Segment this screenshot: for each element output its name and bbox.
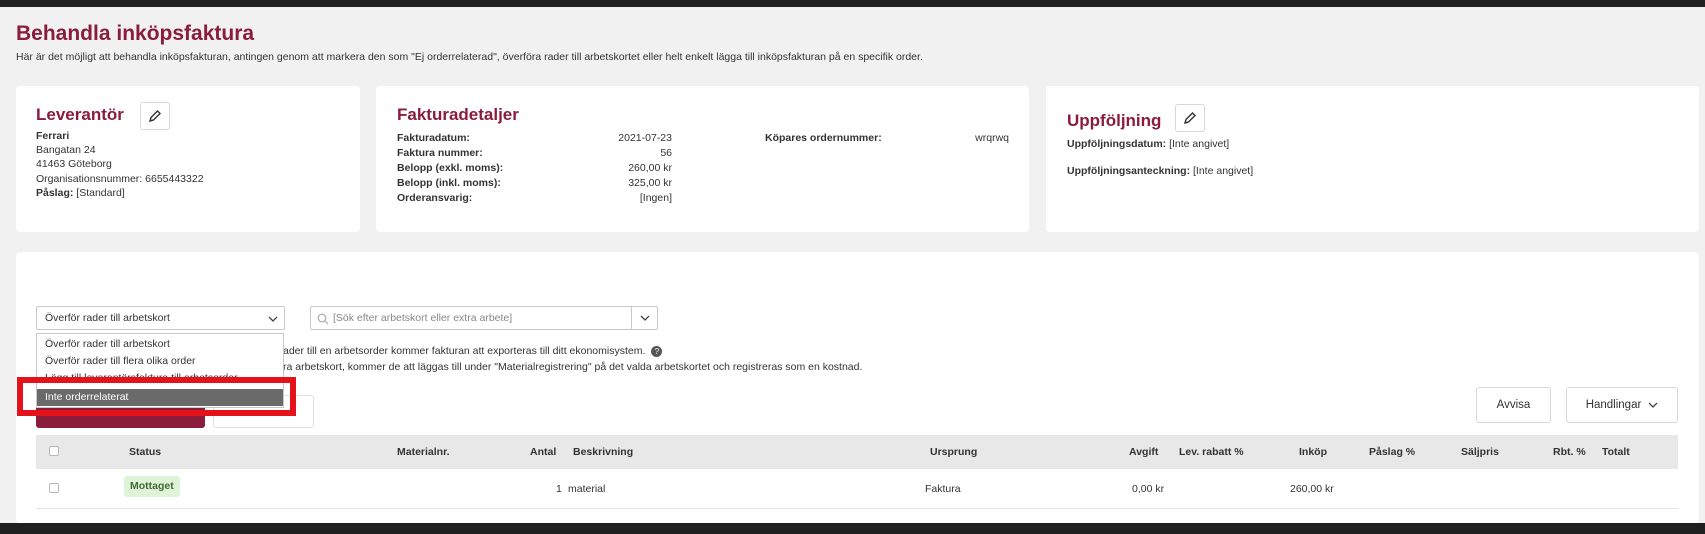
pencil-icon (1183, 112, 1196, 125)
reject-button[interactable]: Avvisa (1476, 387, 1551, 423)
supplier-name: Ferrari (36, 130, 70, 142)
search-icon (317, 313, 329, 325)
amount-excl-value: 260,00 kr (628, 162, 672, 174)
invoice-details-card: Fakturadetaljer Fakturadatum: 2021-07-23… (376, 86, 1029, 232)
chevron-down-icon (1648, 402, 1658, 408)
table-row[interactable]: Mottaget 1 material Faktura 0,00 kr 260,… (36, 469, 1678, 509)
col-material-nr[interactable]: Materialnr. (397, 446, 450, 458)
col-rbt[interactable]: Rbt. % (1553, 446, 1586, 458)
col-lev-rabatt[interactable]: Lev. rabatt % (1179, 446, 1244, 458)
page-title: Behandla inköpsfaktura (16, 22, 255, 45)
edit-supplier-button[interactable] (140, 102, 170, 130)
col-antal[interactable]: Antal (530, 446, 556, 458)
status-badge: Mottaget (124, 476, 180, 497)
table-header: Status Materialnr. Antal Beskrivning Urs… (36, 435, 1678, 469)
col-totalt[interactable]: Totalt (1602, 446, 1630, 458)
handlingar-button[interactable]: Handlingar (1566, 387, 1678, 423)
col-beskrivning[interactable]: Beskrivning (573, 446, 633, 458)
amount-incl-label: Belopp (inkl. moms): (397, 177, 501, 189)
order-responsible-label: Orderansvarig: (397, 192, 473, 204)
buyer-order-number-label: Köpares ordernummer: (765, 132, 882, 144)
buyer-order-number-value: wrqrwq (975, 132, 1009, 144)
col-ursprung[interactable]: Ursprung (930, 446, 977, 458)
followup-note: Uppföljningsanteckning: [Inte angivet] (1067, 165, 1254, 177)
help-icon[interactable]: ? (651, 346, 663, 357)
supplier-org-number: Organisationsnummer: 6655443322 (36, 173, 204, 185)
row-checkbox[interactable] (49, 483, 59, 493)
edit-followup-button[interactable] (1175, 104, 1205, 132)
chevron-down-icon (268, 316, 278, 322)
workcard-search-input[interactable]: [Sök efter arbetskort eller extra arbete… (310, 306, 658, 330)
supplier-card: Leverantör Ferrari Bangatan 24 41463 Göt… (16, 86, 360, 232)
window-top-bar (0, 0, 1705, 7)
info-text-2: ra arbetskort, kommer de att läggas till… (283, 361, 863, 373)
reject-label: Avvisa (1496, 399, 1531, 411)
followup-title: Uppföljning (1067, 111, 1162, 130)
col-saljpris[interactable]: Säljpris (1461, 446, 1499, 458)
col-inkop[interactable]: Inköp (1299, 446, 1327, 458)
amount-incl-value: 325,00 kr (628, 177, 672, 189)
transfer-mode-value: Överför rader till arbetskort (45, 312, 170, 324)
search-dropdown-toggle[interactable] (631, 307, 657, 329)
info-text-1: ader till en arbetsorder kommer fakturan… (283, 345, 663, 357)
cell-antal: 1 (556, 483, 562, 495)
search-placeholder: [Sök efter arbetskort eller extra arbete… (333, 312, 513, 324)
page-subtitle: Här är det möjligt att behandla inköpsfa… (16, 51, 923, 63)
supplier-title: Leverantör (36, 105, 124, 124)
transfer-mode-select[interactable]: Överför rader till arbetskort (36, 306, 285, 330)
followup-date: Uppföljningsdatum: [Inte angivet] (1067, 138, 1230, 150)
supplier-markup: Påslag: [Standard] (36, 187, 125, 199)
dropdown-option[interactable]: Överför rader till flera olika order (45, 355, 196, 367)
order-responsible-value: [Ingen] (639, 192, 672, 204)
cell-inkop: 260,00 kr (1290, 483, 1334, 495)
handlingar-label: Handlingar (1585, 399, 1642, 411)
cell-avgift: 0,00 kr (1132, 483, 1165, 495)
followup-card: Uppföljning Uppföljningsdatum: [Inte ang… (1046, 86, 1699, 232)
supplier-street: Bangatan 24 (36, 144, 96, 156)
amount-excl-label: Belopp (exkl. moms): (397, 162, 504, 174)
invoice-number-value: 56 (660, 147, 672, 159)
chevron-down-icon (640, 315, 650, 321)
cell-ursprung: Faktura (925, 483, 961, 495)
cell-beskrivning: material (568, 483, 606, 495)
window-bottom-bar (0, 523, 1705, 534)
dropdown-option-selected[interactable]: Inte orderrelaterat (37, 389, 283, 406)
invoice-date-label: Fakturadatum: (397, 132, 470, 144)
supplier-city: 41463 Göteborg (36, 158, 112, 170)
pencil-icon (148, 110, 161, 123)
col-paslag[interactable]: Påslag % (1369, 446, 1415, 458)
invoice-number-label: Faktura nummer: (397, 147, 483, 159)
dropdown-option[interactable]: Överför rader till arbetskort (45, 338, 170, 350)
col-status[interactable]: Status (129, 446, 161, 458)
invoice-date-value: 2021-07-23 (618, 132, 672, 144)
col-avgift[interactable]: Avgift (1129, 446, 1158, 458)
select-all-checkbox[interactable] (49, 446, 59, 456)
invoice-details-title: Fakturadetaljer (397, 105, 519, 124)
